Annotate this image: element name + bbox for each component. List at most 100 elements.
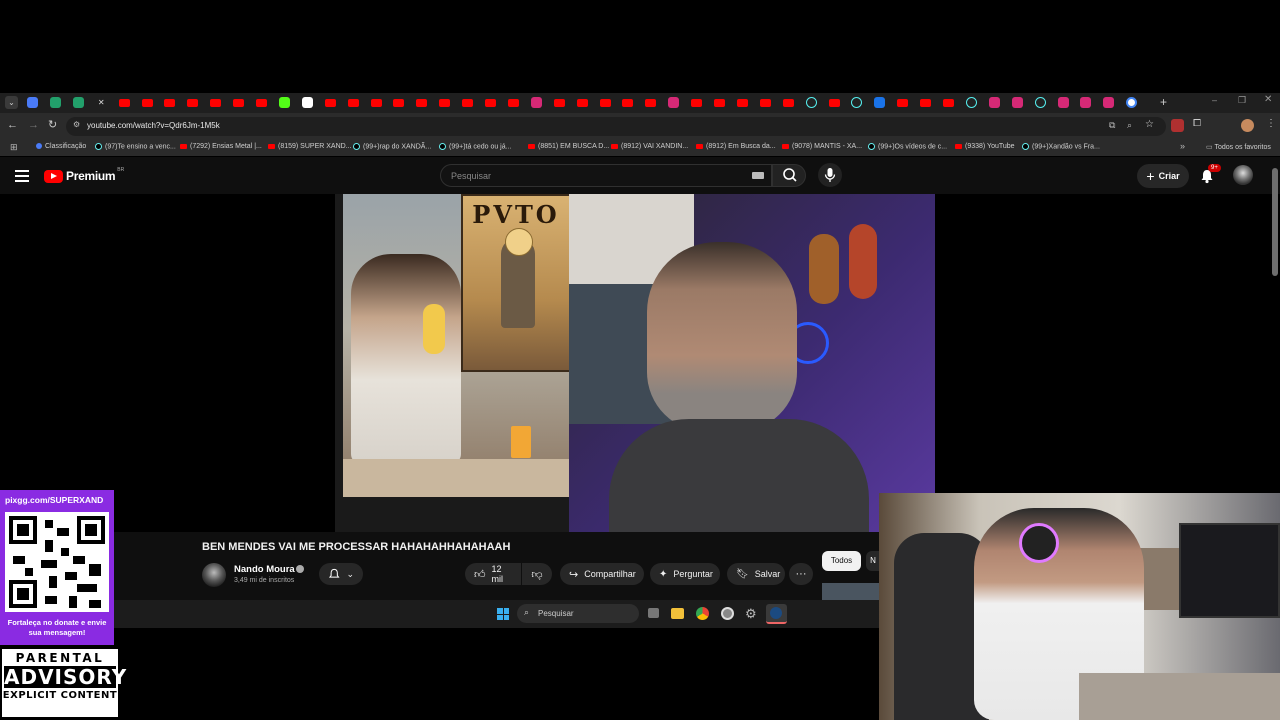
tab-search-icon[interactable]: ⌄: [5, 96, 18, 109]
instagram-icon[interactable]: [668, 97, 680, 108]
youtube-premium-logo[interactable]: Premium BR: [44, 167, 124, 183]
bookmark-star-icon[interactable]: ☆: [1145, 119, 1154, 130]
share-button[interactable]: ↪ Compartilhar: [560, 563, 644, 585]
youtube-icon[interactable]: [439, 99, 451, 107]
youtube-icon[interactable]: [828, 99, 840, 107]
youtube-icon[interactable]: [393, 99, 405, 107]
minimize-button[interactable]: –: [1212, 95, 1217, 105]
app-icon[interactable]: [721, 607, 734, 620]
windows-start-icon[interactable]: [497, 608, 509, 620]
create-button[interactable]: + Criar: [1137, 164, 1189, 188]
tab-icon[interactable]: [874, 97, 886, 108]
google-icon[interactable]: [1126, 97, 1138, 108]
code-icon[interactable]: [72, 97, 84, 108]
instagram-icon[interactable]: [530, 97, 542, 108]
youtube-icon[interactable]: [576, 99, 588, 107]
tiktok-icon[interactable]: [805, 97, 817, 108]
notifications-button[interactable]: 9+: [1199, 164, 1221, 184]
youtube-icon[interactable]: [782, 99, 794, 107]
bookmark-item[interactable]: (8912) VAI XANDIN...: [611, 143, 688, 150]
close-window-button[interactable]: ✕: [1264, 94, 1272, 105]
recommended-thumbnail[interactable]: [822, 583, 880, 600]
file-explorer-icon[interactable]: [671, 608, 684, 619]
youtube-icon[interactable]: [187, 99, 199, 107]
bookmark-item[interactable]: (8159) SUPER XAND...: [268, 143, 352, 150]
youtube-icon[interactable]: [485, 99, 496, 107]
page-scrollbar[interactable]: [1272, 168, 1278, 276]
youtube-icon[interactable]: [324, 99, 336, 107]
profile-avatar[interactable]: [1241, 119, 1254, 132]
new-tab-button[interactable]: +: [1160, 95, 1167, 109]
bookmark-item[interactable]: (99+)Xandão vs Fra...: [1022, 143, 1100, 150]
chip-next[interactable]: N: [866, 551, 880, 571]
dislike-button[interactable]: 👎︎: [522, 563, 552, 585]
install-icon[interactable]: ⧉: [1109, 120, 1115, 131]
channel-name[interactable]: Nando Moura: [234, 564, 295, 575]
chrome-icon[interactable]: [696, 607, 709, 620]
youtube-icon[interactable]: [416, 99, 428, 107]
youtube-icon[interactable]: [462, 99, 474, 107]
youtube-icon[interactable]: [645, 99, 657, 107]
instagram-icon[interactable]: [1103, 97, 1115, 108]
back-icon[interactable]: ←: [7, 119, 18, 131]
youtube-icon[interactable]: [210, 99, 222, 107]
youtube-icon[interactable]: [347, 99, 359, 107]
channel-avatar[interactable]: [202, 563, 226, 587]
youtube-icon[interactable]: [622, 99, 634, 107]
instagram-icon[interactable]: [1057, 97, 1069, 108]
youtube-icon[interactable]: [897, 99, 909, 107]
chip-all[interactable]: Todos: [822, 551, 861, 571]
youtube-icon[interactable]: [714, 99, 725, 107]
save-button[interactable]: 🔖︎ Salvar: [727, 563, 785, 585]
bookmark-item[interactable]: Classificação: [36, 143, 86, 150]
bookmark-item[interactable]: (99+)rap do XANDÃ...: [353, 143, 431, 150]
search-box[interactable]: Pesquisar: [440, 164, 772, 187]
instagram-icon[interactable]: [988, 97, 1000, 108]
task-view-icon[interactable]: [648, 608, 659, 618]
youtube-icon[interactable]: [599, 99, 611, 107]
youtube-icon[interactable]: [920, 99, 932, 107]
menu-kebab-icon[interactable]: ⋮: [1266, 118, 1276, 129]
notion-icon[interactable]: [301, 97, 313, 108]
close-icon[interactable]: ✕: [96, 97, 107, 108]
steam-icon[interactable]: [766, 604, 787, 624]
forward-icon[interactable]: →: [28, 119, 39, 131]
bookmark-item[interactable]: (99+)Os vídeos de c...: [868, 143, 947, 150]
youtube-icon[interactable]: [370, 99, 382, 107]
voice-search-button[interactable]: [818, 163, 842, 187]
youtube-icon[interactable]: [118, 99, 130, 107]
kick-icon[interactable]: [278, 97, 290, 108]
reload-icon[interactable]: ↻: [48, 118, 57, 131]
site-info-icon[interactable]: ⚙: [73, 120, 80, 129]
youtube-icon[interactable]: [164, 99, 176, 107]
bookmark-item[interactable]: (8851) EM BUSCA D...: [528, 143, 609, 150]
apps-grid-icon[interactable]: ⊞: [10, 142, 18, 153]
more-bookmarks-icon[interactable]: »: [1180, 141, 1185, 151]
video-player[interactable]: PVTO: [335, 194, 935, 532]
maximize-button[interactable]: ❐: [1238, 95, 1246, 106]
tiktok-icon[interactable]: [851, 97, 863, 108]
zoom-icon[interactable]: ⌕: [1127, 120, 1132, 131]
account-avatar[interactable]: [1233, 165, 1253, 185]
instagram-icon[interactable]: [1080, 97, 1092, 108]
bookmark-item[interactable]: (7292) Ensias Metal |...: [180, 143, 262, 150]
youtube-icon[interactable]: [553, 99, 565, 107]
keyboard-icon[interactable]: [752, 172, 764, 179]
extension-icon[interactable]: [1171, 119, 1184, 132]
ask-button[interactable]: ✦ Perguntar: [650, 563, 720, 585]
bookmark-item[interactable]: (9338) YouTube: [955, 143, 1015, 150]
bookmark-item[interactable]: (97)Te ensino a venc...: [95, 143, 176, 150]
bookmark-item[interactable]: (99+)tá cedo ou já...: [439, 143, 511, 150]
bookmark-item[interactable]: (9078) MANTIS - XA...: [782, 143, 862, 150]
youtube-icon[interactable]: [256, 99, 267, 107]
subscription-bell-button[interactable]: ⌄: [319, 563, 363, 585]
taskbar-search-box[interactable]: ⌕ Pesquisar: [517, 604, 639, 623]
youtube-icon[interactable]: [141, 99, 153, 107]
youtube-icon[interactable]: [943, 99, 954, 107]
settings-icon[interactable]: ⚙: [745, 606, 757, 622]
all-favorites-folder[interactable]: ▭ Todos os favoritos: [1206, 143, 1271, 151]
youtube-icon[interactable]: [759, 99, 771, 107]
youtube-icon[interactable]: [233, 99, 245, 107]
address-bar[interactable]: ⚙ youtube.com/watch?v=Qdr6Jm-1M5k ⧉ ⌕ ☆: [66, 117, 1166, 136]
tiktok-icon[interactable]: [1034, 97, 1046, 108]
